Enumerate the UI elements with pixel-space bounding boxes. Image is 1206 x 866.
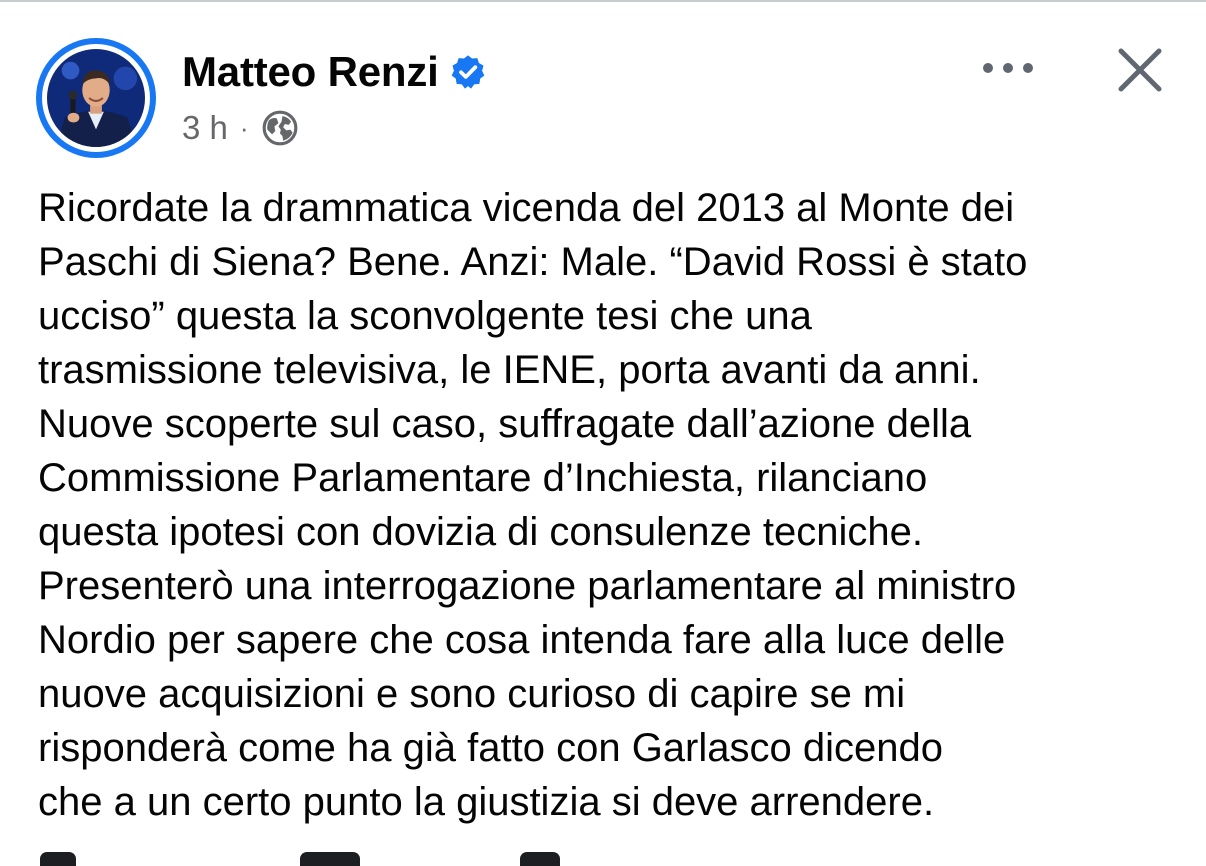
- post-text-line: che a un certo punto la giustizia si dev…: [38, 780, 935, 824]
- post-timestamp[interactable]: 3 h: [182, 109, 228, 147]
- post-text-line: questa ipotesi con dovizia di consulenze…: [38, 510, 923, 554]
- top-divider: [0, 0, 1206, 2]
- verified-badge-icon[interactable]: [449, 53, 487, 91]
- post-text-line: Commissione Parlamentare d’Inchiesta, ri…: [38, 456, 928, 500]
- post-text-line: trasmissione televisiva, le IENE, porta …: [38, 348, 981, 392]
- post-text-line: ucciso” questa la sconvolgente tesi che …: [38, 294, 812, 338]
- more-options-button[interactable]: [978, 46, 1038, 90]
- post-body: Ricordate la drammatica vicenda del 2013…: [38, 181, 1188, 829]
- post-text-line: Paschi di Siena? Bene. Anzi: Male. “Davi…: [38, 240, 1028, 284]
- post-text-line: Ricordate la drammatica vicenda del 2013…: [38, 186, 1015, 230]
- author-name[interactable]: Matteo Renzi: [182, 48, 439, 96]
- post-text-line: risponderà come ha già fatto con Garlasc…: [38, 726, 943, 770]
- avatar-photo-frame: [42, 44, 150, 152]
- avatar[interactable]: [36, 38, 156, 158]
- close-icon: [1118, 48, 1162, 92]
- post-meta-row: 3 h ·: [182, 106, 299, 150]
- more-options-icon: [983, 63, 1033, 73]
- post-author-row: Matteo Renzi: [182, 44, 487, 100]
- avatar-photo: [47, 49, 145, 147]
- meta-separator: ·: [239, 112, 249, 143]
- post-text-line: nuove acquisizioni e sono curioso di cap…: [38, 672, 906, 716]
- globe-icon[interactable]: [261, 109, 299, 147]
- post-text-line: Nordio per sapere che cosa intenda fare …: [38, 618, 1006, 662]
- post-text-line: Nuove scoperte sul caso, suffragate dall…: [38, 402, 972, 446]
- post-text-line: Presenterò una interrogazione parlamenta…: [38, 564, 1017, 608]
- close-button[interactable]: [1108, 40, 1172, 100]
